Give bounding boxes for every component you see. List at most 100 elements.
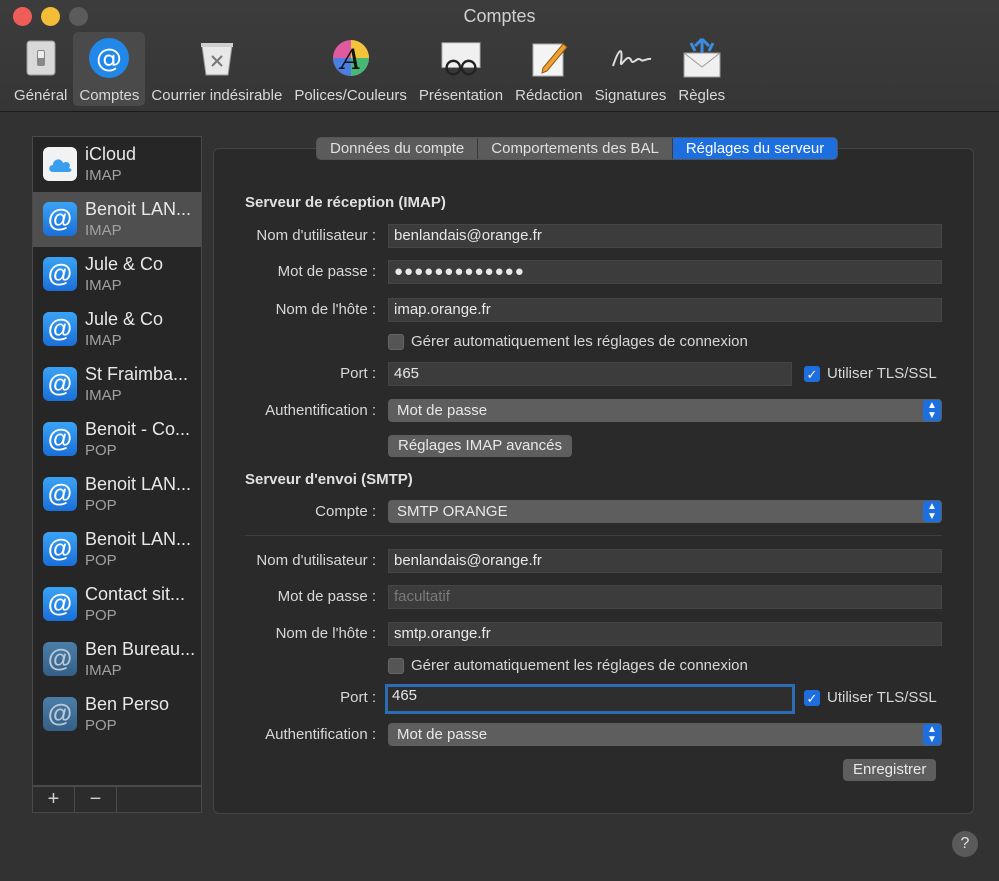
toolbar-fonts-colors[interactable]: A Polices/Couleurs [288, 32, 413, 106]
incoming-host-field[interactable]: imap.orange.fr [388, 298, 942, 322]
outgoing-password-field[interactable]: facultatif [388, 585, 942, 609]
icloud-icon [43, 147, 77, 181]
toolbar-accounts-label: Comptes [79, 87, 140, 104]
toolbar-junk-mail-label: Courrier indésirable [151, 87, 283, 104]
outgoing-auth-label: Authentification : [265, 726, 376, 743]
incoming-password-field[interactable]: ●●●●●●●●●●●●● [388, 260, 942, 284]
incoming-password-label: Mot de passe : [277, 263, 376, 280]
fonts-colors-icon: A [329, 36, 373, 80]
account-name: Contact sit... [85, 584, 186, 604]
at-sign-icon: @ [43, 697, 77, 731]
outgoing-password-label: Mot de passe : [277, 588, 376, 605]
outgoing-tls-checkbox[interactable]: ✓ [804, 690, 820, 706]
account-name: Benoit LAN... [85, 199, 192, 219]
account-name: Ben Bureau... [85, 639, 196, 659]
preferences-toolbar: Général @ Comptes Courrier indésirable A… [8, 32, 731, 106]
toolbar-viewing[interactable]: Présentation [413, 32, 509, 106]
account-name: St Fraimba... [85, 364, 189, 384]
toolbar-general[interactable]: Général [8, 32, 73, 106]
accounts-preferences-window: Comptes Général @ Comptes Courrier indés… [0, 0, 999, 881]
incoming-auth-select[interactable]: Mot de passe ▲ ▼ [388, 399, 942, 422]
incoming-auto-manage-checkbox[interactable] [388, 334, 404, 350]
add-account-button[interactable]: + [33, 787, 75, 812]
incoming-auto-manage-label: Gérer automatiquement les réglages de co… [411, 333, 748, 350]
tab-mailbox-behaviors[interactable]: Comportements des BAL [478, 138, 673, 159]
account-item[interactable]: @ Benoit LAN... POP [33, 522, 201, 577]
account-name: Jule & Co [85, 309, 164, 329]
advanced-imap-settings-button[interactable]: Réglages IMAP avancés [388, 435, 572, 457]
save-button[interactable]: Enregistrer [843, 759, 937, 781]
outgoing-auto-manage-label: Gérer automatiquement les réglages de co… [411, 657, 748, 674]
incoming-port-label: Port : [340, 365, 376, 382]
account-item[interactable]: @ Ben Perso POP [33, 687, 201, 742]
outgoing-auth-select[interactable]: Mot de passe ▲ ▼ [388, 723, 942, 746]
incoming-auth-label: Authentification : [265, 402, 376, 419]
toolbar-fonts-colors-label: Polices/Couleurs [294, 87, 407, 104]
account-item[interactable]: @ Jule & Co IMAP [33, 302, 201, 357]
outgoing-port-field[interactable]: 465 [385, 684, 795, 714]
remove-account-button[interactable]: − [75, 787, 117, 812]
toolbar-composing[interactable]: Rédaction [509, 32, 589, 106]
account-item[interactable]: @ Ben Bureau... IMAP [33, 632, 201, 687]
outgoing-auto-manage-checkbox[interactable] [388, 658, 404, 674]
svg-text:A: A [337, 43, 360, 76]
incoming-host-label: Nom de l'hôte : [275, 301, 376, 318]
toolbar-signatures-label: Signatures [594, 87, 667, 104]
outgoing-host-label: Nom de l'hôte : [275, 625, 376, 642]
at-sign-icon: @ [43, 532, 77, 566]
toolbar-signatures[interactable]: Signatures [589, 32, 673, 106]
at-sign-icon: @ [43, 587, 77, 621]
outgoing-username-label: Nom d'utilisateur : [256, 552, 376, 569]
incoming-port-field[interactable]: 465 [388, 362, 792, 386]
at-sign-icon: @ [43, 312, 77, 346]
account-type: POP [85, 717, 117, 734]
account-item[interactable]: @ Benoit LAN... POP [33, 467, 201, 522]
outgoing-account-value: SMTP ORANGE [397, 503, 508, 520]
account-list[interactable]: iCloud IMAP @ Benoit LAN... IMAP @ Jule … [32, 136, 202, 786]
chevron-updown-icon: ▲ ▼ [923, 501, 941, 522]
outgoing-server-title: Serveur d'envoi (SMTP) [245, 471, 413, 488]
chevron-updown-icon: ▲ ▼ [923, 400, 941, 421]
help-button[interactable]: ? [952, 831, 978, 857]
account-type: POP [85, 497, 117, 514]
account-list-footer: + − [32, 786, 202, 813]
title-bar: Comptes Général @ Comptes Courrier indés… [0, 0, 999, 112]
outgoing-account-select[interactable]: SMTP ORANGE ▲ ▼ [388, 500, 942, 523]
outgoing-auth-value: Mot de passe [397, 726, 488, 743]
general-switch-icon [19, 36, 63, 80]
account-item[interactable]: @ Jule & Co IMAP [33, 247, 201, 302]
toolbar-junk-mail[interactable]: Courrier indésirable [145, 32, 288, 106]
composing-pencil-icon [527, 36, 571, 80]
account-item[interactable]: @ St Fraimba... IMAP [33, 357, 201, 412]
account-name: Benoit LAN... [85, 474, 192, 494]
account-type: POP [85, 442, 117, 459]
toolbar-composing-label: Rédaction [515, 87, 583, 104]
outgoing-username-field[interactable]: benlandais@orange.fr [388, 549, 942, 573]
incoming-auth-value: Mot de passe [397, 402, 488, 419]
toolbar-accounts[interactable]: @ Comptes [73, 32, 146, 106]
account-item[interactable]: @ Contact sit... POP [33, 577, 201, 632]
account-name: Jule & Co [85, 254, 164, 274]
svg-text:@: @ [96, 44, 122, 74]
outgoing-port-label: Port : [340, 689, 376, 706]
toolbar-rules[interactable]: Règles [672, 32, 731, 106]
account-type: IMAP [85, 167, 122, 184]
at-sign-icon: @ [43, 422, 77, 456]
at-sign-icon: @ [43, 642, 77, 676]
account-item[interactable]: @ Benoit - Co... POP [33, 412, 201, 467]
incoming-username-field[interactable]: benlandais@orange.fr [388, 224, 942, 248]
outgoing-host-field[interactable]: smtp.orange.fr [388, 622, 942, 646]
tab-account-info[interactable]: Données du compte [317, 138, 479, 159]
toolbar-general-label: Général [14, 87, 68, 104]
at-sign-icon: @ [43, 257, 77, 291]
account-name: Ben Perso [85, 694, 170, 714]
incoming-tls-checkbox[interactable]: ✓ [804, 366, 820, 382]
tab-server-settings[interactable]: Réglages du serveur [672, 138, 838, 159]
account-type: POP [85, 552, 117, 569]
account-type: IMAP [85, 222, 122, 239]
outgoing-tls-label: Utiliser TLS/SSL [827, 689, 937, 706]
account-name: Benoit LAN... [85, 529, 192, 549]
account-item[interactable]: @ Benoit LAN... IMAP [33, 192, 201, 247]
at-sign-icon: @ [43, 477, 77, 511]
account-item[interactable]: iCloud IMAP [33, 137, 201, 192]
